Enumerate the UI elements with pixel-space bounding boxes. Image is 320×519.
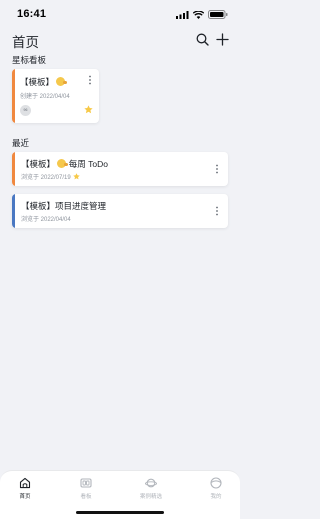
starred-card-title-text: 【模板】 xyxy=(20,77,55,87)
starred-board-card[interactable]: 【模板】 创建于 2022/04/04 96 xyxy=(12,69,99,123)
star-icon[interactable] xyxy=(84,105,93,114)
search-button[interactable] xyxy=(194,31,210,47)
recent-card-viewed: 浏览于 2022/07/19 xyxy=(21,172,80,181)
more-icon[interactable] xyxy=(215,206,219,216)
profile-icon xyxy=(210,477,222,489)
planet-icon xyxy=(145,478,157,488)
tab-profile[interactable]: 我的 xyxy=(196,477,236,500)
recent-board-card[interactable]: 【模板】项目进度管理 浏览于 2022/04/04 xyxy=(12,194,228,228)
status-bar: 16:41 xyxy=(0,0,240,28)
star-icon xyxy=(72,173,80,180)
wifi-icon xyxy=(193,10,204,19)
tab-board[interactable]: 看板 xyxy=(66,477,106,500)
recent-card-viewed-text: 浏览于 2022/04/04 xyxy=(21,217,71,223)
tab-featured-cases[interactable]: 案例精选 xyxy=(131,477,171,500)
recent-card-viewed: 浏览于 2022/04/04 xyxy=(21,214,71,223)
recent-card-title: 【模板】项目进度管理 xyxy=(21,200,106,212)
section-title-recent: 最近 xyxy=(12,138,30,148)
recent-card-name: 每周 ToDo xyxy=(68,159,108,169)
tab-label: 看板 xyxy=(80,494,92,500)
recent-card-name: 项目进度管理 xyxy=(55,201,107,211)
battery-icon xyxy=(208,10,228,19)
plus-icon xyxy=(215,32,229,46)
tab-label: 首页 xyxy=(19,494,31,500)
avatar: 96 xyxy=(20,105,31,116)
tab-home[interactable]: 首页 xyxy=(5,477,45,500)
card-accent-bar xyxy=(12,194,15,228)
tab-label: 案例精选 xyxy=(139,494,162,500)
emoji-icon xyxy=(56,77,68,86)
card-accent-bar xyxy=(12,152,15,186)
recent-board-card[interactable]: 【模板】 每周 ToDo 浏览于 2022/07/19 xyxy=(12,152,228,186)
board-icon xyxy=(80,478,92,488)
page-title: 首页 xyxy=(12,35,39,50)
status-icons xyxy=(176,10,228,19)
home-icon xyxy=(19,477,31,489)
recent-card-viewed-text: 浏览于 2022/07/19 xyxy=(21,175,71,181)
signal-icon xyxy=(176,10,189,19)
home-indicator xyxy=(76,511,164,514)
more-icon[interactable] xyxy=(215,164,219,174)
recent-card-prefix: 【模板】 xyxy=(21,159,56,169)
starred-card-title: 【模板】 xyxy=(20,76,82,88)
status-time: 16:41 xyxy=(17,8,47,20)
starred-card-created: 创建于 2022/04/04 xyxy=(20,94,70,100)
card-accent-bar xyxy=(12,69,15,123)
add-button[interactable] xyxy=(214,31,230,47)
section-title-starred: 星标看板 xyxy=(12,55,47,65)
search-icon xyxy=(196,33,209,46)
recent-card-prefix: 【模板】 xyxy=(21,201,56,211)
recent-card-title: 【模板】 每周 ToDo xyxy=(21,158,108,170)
header: 首页 xyxy=(0,28,240,52)
tab-label: 我的 xyxy=(210,494,222,500)
emoji-icon xyxy=(57,159,69,168)
more-icon[interactable] xyxy=(88,75,92,85)
